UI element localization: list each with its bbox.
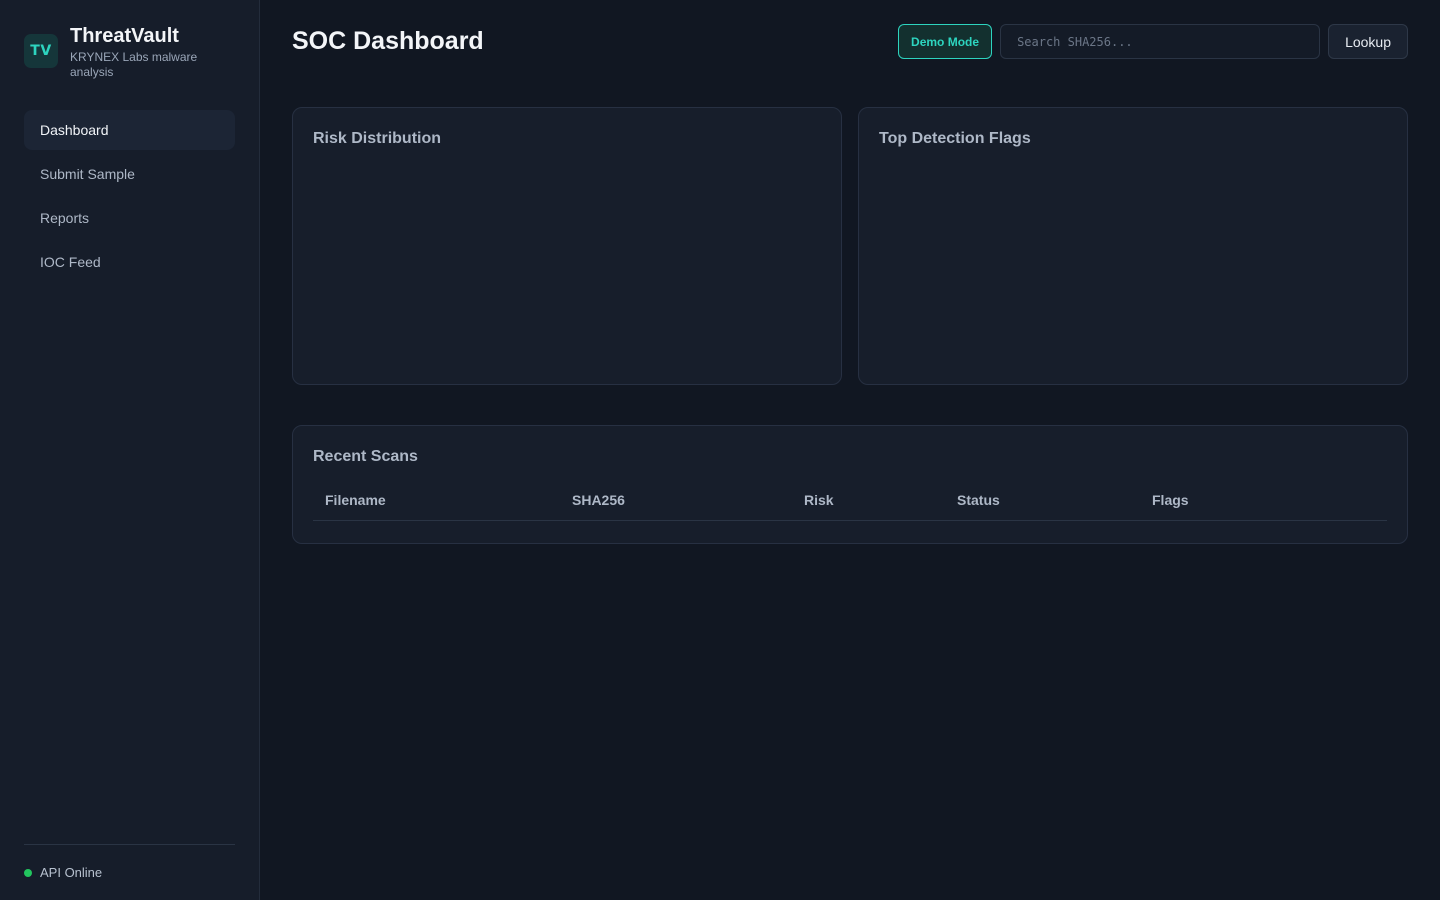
column-header-flags: Flags	[1140, 482, 1387, 521]
sha256-search-input[interactable]	[1000, 24, 1321, 59]
top-detection-flags-card: Top Detection Flags	[858, 107, 1408, 385]
sidebar-nav: Dashboard Submit Sample Reports IOC Feed	[24, 110, 235, 282]
brand-text: ThreatVault KRYNEX Labs malware analysis	[70, 24, 220, 80]
sidebar-item-submit-sample[interactable]: Submit Sample	[24, 154, 235, 194]
sidebar: TV ThreatVault KRYNEX Labs malware analy…	[0, 0, 260, 900]
sidebar-item-reports[interactable]: Reports	[24, 198, 235, 238]
sidebar-item-label: IOC Feed	[40, 254, 101, 270]
top-detection-flags-title: Top Detection Flags	[879, 130, 1031, 147]
lookup-button[interactable]: Lookup	[1328, 24, 1408, 59]
brand-subtitle: KRYNEX Labs malware analysis	[70, 50, 198, 79]
column-header-risk: Risk	[792, 482, 945, 521]
app-root: TV ThreatVault KRYNEX Labs malware analy…	[0, 0, 1440, 900]
top-detection-flags-chart	[879, 160, 1387, 370]
status-dot-icon	[24, 868, 32, 877]
chart-cards: Risk Distribution Top Detection Flags	[292, 107, 1408, 385]
header-actions: Demo Mode Lookup	[898, 24, 1408, 59]
demo-mode-button[interactable]: Demo Mode	[898, 24, 993, 59]
page-title: SOC Dashboard	[292, 27, 484, 55]
column-header-status: Status	[945, 482, 1140, 521]
api-status: API Online	[24, 844, 235, 900]
brand: TV ThreatVault KRYNEX Labs malware analy…	[24, 24, 235, 80]
brand-logo: TV	[24, 34, 58, 68]
column-header-sha256: SHA256	[560, 482, 792, 521]
page-header: SOC Dashboard Demo Mode Lookup	[292, 24, 1408, 59]
sidebar-item-ioc-feed[interactable]: IOC Feed	[24, 242, 235, 282]
risk-distribution-card: Risk Distribution	[292, 107, 842, 385]
risk-distribution-chart	[313, 160, 821, 370]
column-header-filename: Filename	[313, 482, 560, 521]
sidebar-item-label: Dashboard	[40, 122, 109, 138]
recent-scans-title: Recent Scans	[313, 448, 418, 465]
main-content: SOC Dashboard Demo Mode Lookup Risk Dist…	[260, 0, 1440, 900]
sidebar-item-dashboard[interactable]: Dashboard	[24, 110, 235, 150]
brand-name: ThreatVault	[70, 25, 179, 47]
risk-distribution-title: Risk Distribution	[313, 130, 442, 147]
recent-scans-card: Recent Scans Filename SHA256 Risk Status…	[292, 425, 1408, 544]
sidebar-item-label: Reports	[40, 210, 90, 226]
recent-scans-table: Filename SHA256 Risk Status Flags	[313, 482, 1387, 521]
api-status-label: API Online	[40, 865, 103, 880]
sidebar-item-label: Submit Sample	[40, 166, 135, 182]
table-header-row: Filename SHA256 Risk Status Flags	[313, 482, 1387, 521]
